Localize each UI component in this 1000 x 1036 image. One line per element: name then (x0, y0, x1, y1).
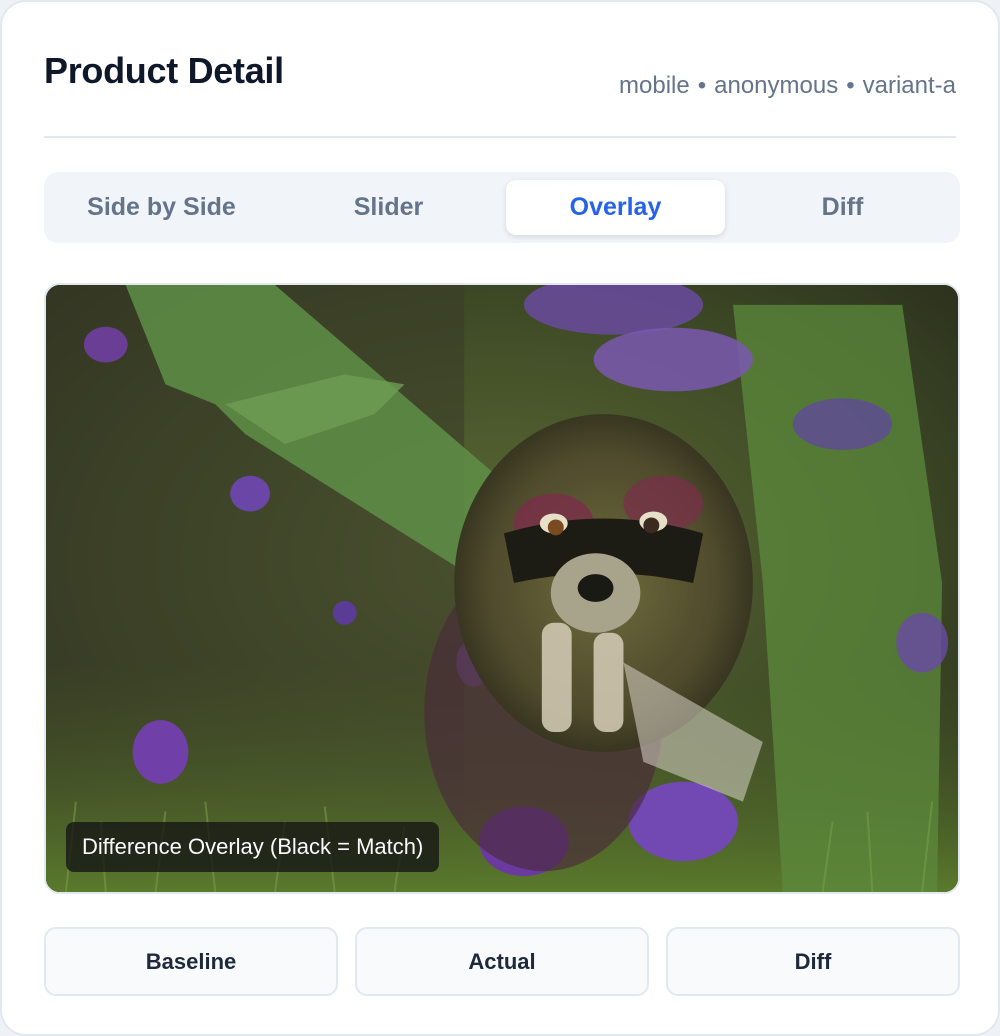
tab-diff[interactable]: Diff (733, 180, 952, 235)
meta-separator: • (697, 72, 707, 99)
view-mode-tabs: Side by Side Slider Overlay Diff (44, 172, 960, 243)
overlay-caption: Difference Overlay (Black = Match) (66, 822, 440, 872)
meta-separator: • (846, 72, 855, 99)
page-title: Product Detail (44, 50, 284, 91)
meta-variant: variant-a (862, 72, 956, 99)
meta-device: mobile (619, 72, 690, 99)
baseline-button[interactable]: Baseline (44, 927, 338, 996)
meta-user: anonymous (714, 72, 839, 99)
diff-button[interactable]: Diff (666, 927, 960, 996)
context-meta: mobile • anonymous • variant-a (619, 72, 956, 100)
actual-button[interactable]: Actual (355, 927, 649, 996)
tab-slider[interactable]: Slider (279, 180, 498, 235)
overlay-image (46, 285, 958, 892)
image-source-buttons: Baseline Actual Diff (44, 927, 960, 996)
tab-side-by-side[interactable]: Side by Side (52, 180, 271, 235)
card-header: Product Detail mobile • anonymous • variant-… (44, 46, 956, 138)
comparison-card: Product Detail mobile • anonymous • variant-… (0, 0, 1000, 1036)
overlay-image-viewer[interactable]: Difference Overlay (Black = Match) (44, 283, 960, 894)
tab-overlay[interactable]: Overlay (506, 180, 725, 235)
